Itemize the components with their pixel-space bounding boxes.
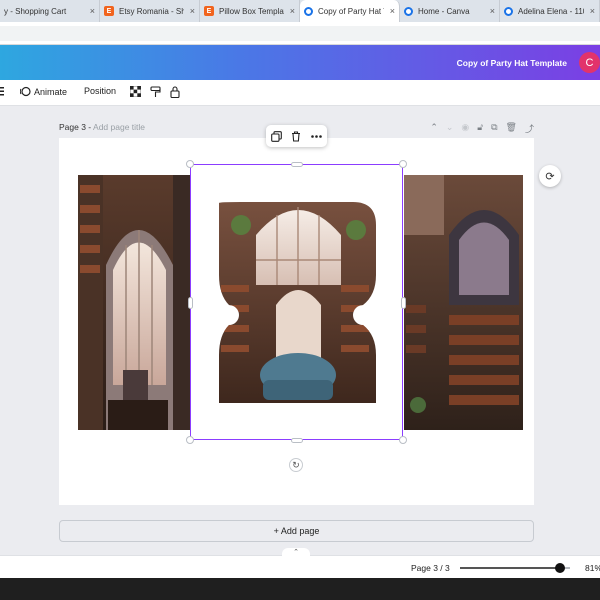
close-tab-icon[interactable]: ×	[190, 6, 195, 16]
position-button[interactable]: Position	[84, 86, 116, 96]
etsy-icon: E	[104, 6, 114, 16]
browser-tab-bar: y - Shopping Cart × E Etsy Romania - Sho…	[0, 0, 600, 22]
tab-title: Adelina Elena - 110	[518, 6, 584, 16]
tab-title: Etsy Romania - Shop	[119, 6, 184, 16]
tab-title: Pillow Box Template |	[219, 6, 284, 16]
hide-eye-icon[interactable]: ◉	[461, 122, 469, 135]
page-label: Page 3 -	[59, 122, 94, 132]
page-indicator[interactable]: Page 3 / 3	[411, 563, 450, 573]
zoom-slider-knob[interactable]	[555, 563, 566, 573]
avatar[interactable]: C	[579, 52, 600, 73]
duplicate-icon[interactable]	[270, 130, 282, 142]
browser-tab[interactable]: E Etsy Romania - Shop ×	[100, 0, 200, 22]
canva-icon	[404, 6, 413, 16]
transparency-icon[interactable]	[130, 86, 141, 97]
animate-label: Animate	[34, 86, 68, 97]
refresh-icon[interactable]: ⟳	[539, 165, 561, 187]
zoom-slider[interactable]	[460, 563, 570, 573]
duplicate-page-icon[interactable]: ⧉	[491, 122, 497, 135]
browser-tab[interactable]: Adelina Elena - 110 ×	[500, 0, 600, 22]
more-options-icon[interactable]	[311, 134, 322, 138]
close-tab-icon[interactable]: ×	[290, 6, 295, 16]
resize-handle-top-right[interactable]	[399, 160, 407, 168]
resize-handle-top-left[interactable]	[186, 160, 194, 168]
page-actions: ⌃ ⌄ ◉ 🔓︎ ⧉ 🗑︎ ⤴︎	[430, 122, 534, 135]
editor-header: Copy of Party Hat Template C	[0, 45, 600, 80]
browser-tab[interactable]: y - Shopping Cart ×	[0, 0, 100, 22]
chevron-up-icon[interactable]: ⌃	[430, 122, 438, 135]
animate-button[interactable]: Animate	[20, 86, 67, 97]
lock-icon[interactable]	[170, 86, 180, 98]
url-input[interactable]	[0, 26, 600, 41]
add-page-button[interactable]: + Add page	[59, 520, 534, 542]
lock-page-icon[interactable]: 🔓︎	[477, 122, 483, 135]
resize-handle-top[interactable]	[291, 162, 303, 167]
library-image-right[interactable]	[404, 175, 523, 430]
rotate-handle-icon[interactable]: ↻	[289, 458, 303, 472]
copy-style-icon[interactable]	[150, 86, 161, 98]
chevron-up-icon[interactable]: ⌃	[282, 548, 310, 558]
browser-tab[interactable]: E Pillow Box Template | ×	[200, 0, 300, 22]
close-tab-icon[interactable]: ×	[590, 6, 595, 16]
canva-icon	[504, 6, 513, 16]
page-title-input[interactable]: Add page title	[93, 122, 145, 132]
browser-tab-active[interactable]: Copy of Party Hat Tem ×	[300, 0, 400, 22]
more-menu-icon[interactable]	[0, 86, 4, 96]
resize-handle-bottom-left[interactable]	[186, 436, 194, 444]
tab-title: Copy of Party Hat Tem	[318, 6, 384, 16]
close-tab-icon[interactable]: ×	[490, 6, 495, 16]
zoom-slider-fill	[460, 567, 561, 569]
os-taskbar	[0, 578, 600, 600]
resize-handle-bottom-right[interactable]	[399, 436, 407, 444]
element-floating-menu	[266, 125, 327, 147]
resize-handle-bottom[interactable]	[291, 438, 303, 443]
library-image-left[interactable]	[78, 175, 190, 430]
resize-handle-left[interactable]	[188, 297, 193, 309]
add-page-icon[interactable]: ⤴︎	[525, 122, 534, 135]
document-title[interactable]: Copy of Party Hat Template	[457, 58, 567, 68]
address-bar	[0, 22, 600, 45]
chevron-down-icon[interactable]: ⌄	[446, 122, 454, 135]
animate-icon	[20, 86, 31, 97]
editor-footer: ⌃ Page 3 / 3 81%	[0, 548, 600, 578]
resize-handle-right[interactable]	[401, 297, 406, 309]
selected-element-frame[interactable]	[190, 164, 403, 440]
tab-title: y - Shopping Cart	[4, 6, 67, 16]
position-label: Position	[84, 86, 117, 96]
canva-icon	[304, 6, 313, 16]
close-tab-icon[interactable]: ×	[90, 6, 95, 16]
trash-icon[interactable]	[291, 130, 301, 142]
delete-page-icon[interactable]: 🗑︎	[506, 122, 517, 135]
tab-title: Home - Canva	[418, 6, 470, 16]
etsy-icon: E	[204, 6, 214, 16]
browser-tab[interactable]: Home - Canva ×	[400, 0, 500, 22]
close-tab-icon[interactable]: ×	[390, 6, 395, 16]
zoom-level[interactable]: 81%	[585, 563, 600, 573]
editor-toolbar: Animate Position	[0, 80, 600, 106]
